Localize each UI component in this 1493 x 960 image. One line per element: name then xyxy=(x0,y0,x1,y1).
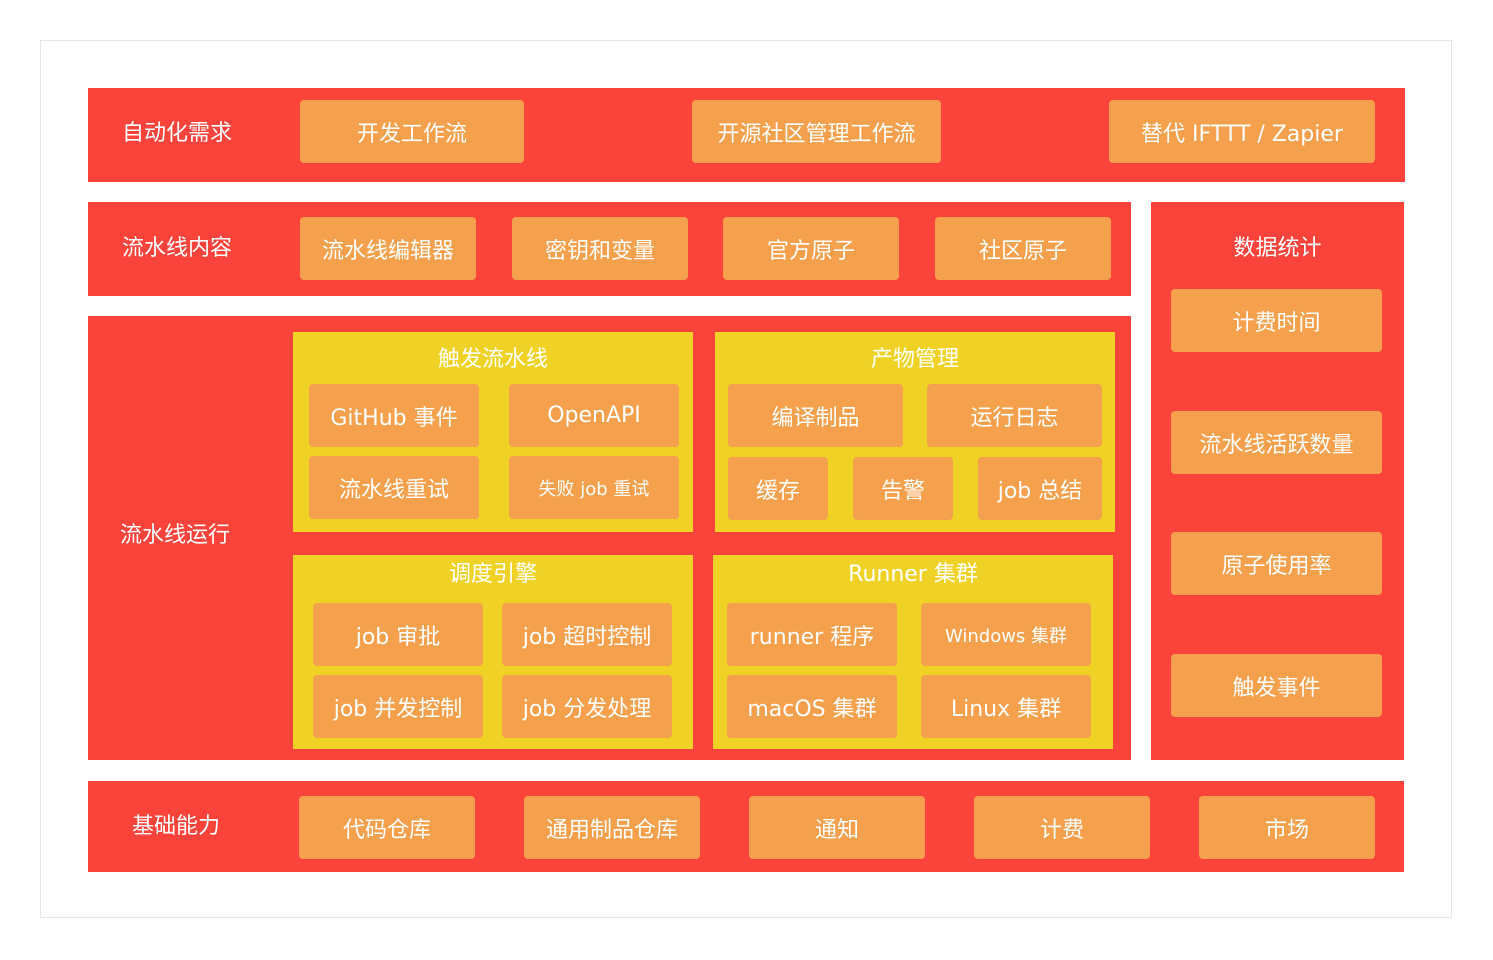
artifacts-item-cache: 缓存 xyxy=(728,457,828,520)
stats-item-trigger-events: 触发事件 xyxy=(1171,654,1382,717)
scheduler-group-title: 调度引擎 xyxy=(448,562,537,587)
trigger-group-title: 触发流水线 xyxy=(437,347,548,372)
artifacts-group: 产物管理 编译制品 运行日志 缓存 告警 job 总结 xyxy=(715,332,1115,532)
infra-item-billing: 计费 xyxy=(974,796,1150,859)
trigger-item-failed-job-retry: 失败 job 重试 xyxy=(509,456,679,519)
content-band: 流水线内容 流水线编辑器 密钥和变量 官方原子 社区原子 xyxy=(88,202,1131,296)
run-label: 流水线运行 xyxy=(120,523,231,548)
stats-band: 数据统计 计费时间 流水线活跃数量 原子使用率 触发事件 xyxy=(1151,202,1404,760)
stats-item-atom-usage: 原子使用率 xyxy=(1171,532,1382,595)
runner-group: Runner 集群 runner 程序 Windows 集群 macOS 集群 … xyxy=(713,555,1113,749)
scheduler-group: 调度引擎 job 审批 job 超时控制 job 并发控制 job 分发处理 xyxy=(293,555,693,749)
scheduler-item-job-timeout: job 超时控制 xyxy=(502,603,672,666)
runner-item-runner-program: runner 程序 xyxy=(727,603,897,666)
automation-label: 自动化需求 xyxy=(122,121,233,146)
content-item-community-atoms: 社区原子 xyxy=(935,217,1111,280)
runner-item-windows-cluster: Windows 集群 xyxy=(921,603,1091,666)
infra-label: 基础能力 xyxy=(132,814,221,839)
stats-label: 数据统计 xyxy=(1233,236,1322,261)
trigger-group: 触发流水线 GitHub 事件 OpenAPI 流水线重试 失败 job 重试 xyxy=(293,332,693,532)
stats-item-billing-time: 计费时间 xyxy=(1171,289,1382,352)
runner-item-macos-cluster: macOS 集群 xyxy=(727,675,897,738)
automation-item-ifttt-zapier: 替代 IFTTT / Zapier xyxy=(1109,100,1375,163)
scheduler-item-job-dispatch: job 分发处理 xyxy=(502,675,672,738)
artifacts-item-job-summary: job 总结 xyxy=(978,457,1102,520)
automation-item-community-workflow: 开源社区管理工作流 xyxy=(692,100,941,163)
content-item-official-atoms: 官方原子 xyxy=(723,217,899,280)
runner-item-linux-cluster: Linux 集群 xyxy=(921,675,1091,738)
trigger-item-openapi: OpenAPI xyxy=(509,384,679,447)
scheduler-item-job-approval: job 审批 xyxy=(313,603,483,666)
trigger-item-github-events: GitHub 事件 xyxy=(309,384,479,447)
infra-item-notification: 通知 xyxy=(749,796,925,859)
run-band: 流水线运行 触发流水线 GitHub 事件 OpenAPI 流水线重试 失败 j… xyxy=(88,316,1131,760)
infra-band: 基础能力 代码仓库 通用制品仓库 通知 计费 市场 xyxy=(88,781,1404,872)
artifacts-group-title: 产物管理 xyxy=(870,347,959,372)
artifacts-item-run-logs: 运行日志 xyxy=(927,384,1102,447)
artifacts-item-build-artifacts: 编译制品 xyxy=(728,384,903,447)
scheduler-item-job-concurrency: job 并发控制 xyxy=(313,675,483,738)
automation-band: 自动化需求 开发工作流 开源社区管理工作流 替代 IFTTT / Zapier xyxy=(88,88,1405,182)
content-item-secrets-variables: 密钥和变量 xyxy=(512,217,688,280)
infra-item-artifact-repo: 通用制品仓库 xyxy=(524,796,700,859)
automation-item-dev-workflow: 开发工作流 xyxy=(300,100,524,163)
content-item-pipeline-editor: 流水线编辑器 xyxy=(300,217,476,280)
trigger-item-pipeline-retry: 流水线重试 xyxy=(309,456,479,519)
infra-item-marketplace: 市场 xyxy=(1199,796,1375,859)
infra-item-code-repo: 代码仓库 xyxy=(299,796,475,859)
runner-group-title: Runner 集群 xyxy=(848,562,978,587)
artifacts-item-alerts: 告警 xyxy=(853,457,953,520)
content-label: 流水线内容 xyxy=(122,236,233,261)
stats-item-active-pipelines: 流水线活跃数量 xyxy=(1171,411,1382,474)
